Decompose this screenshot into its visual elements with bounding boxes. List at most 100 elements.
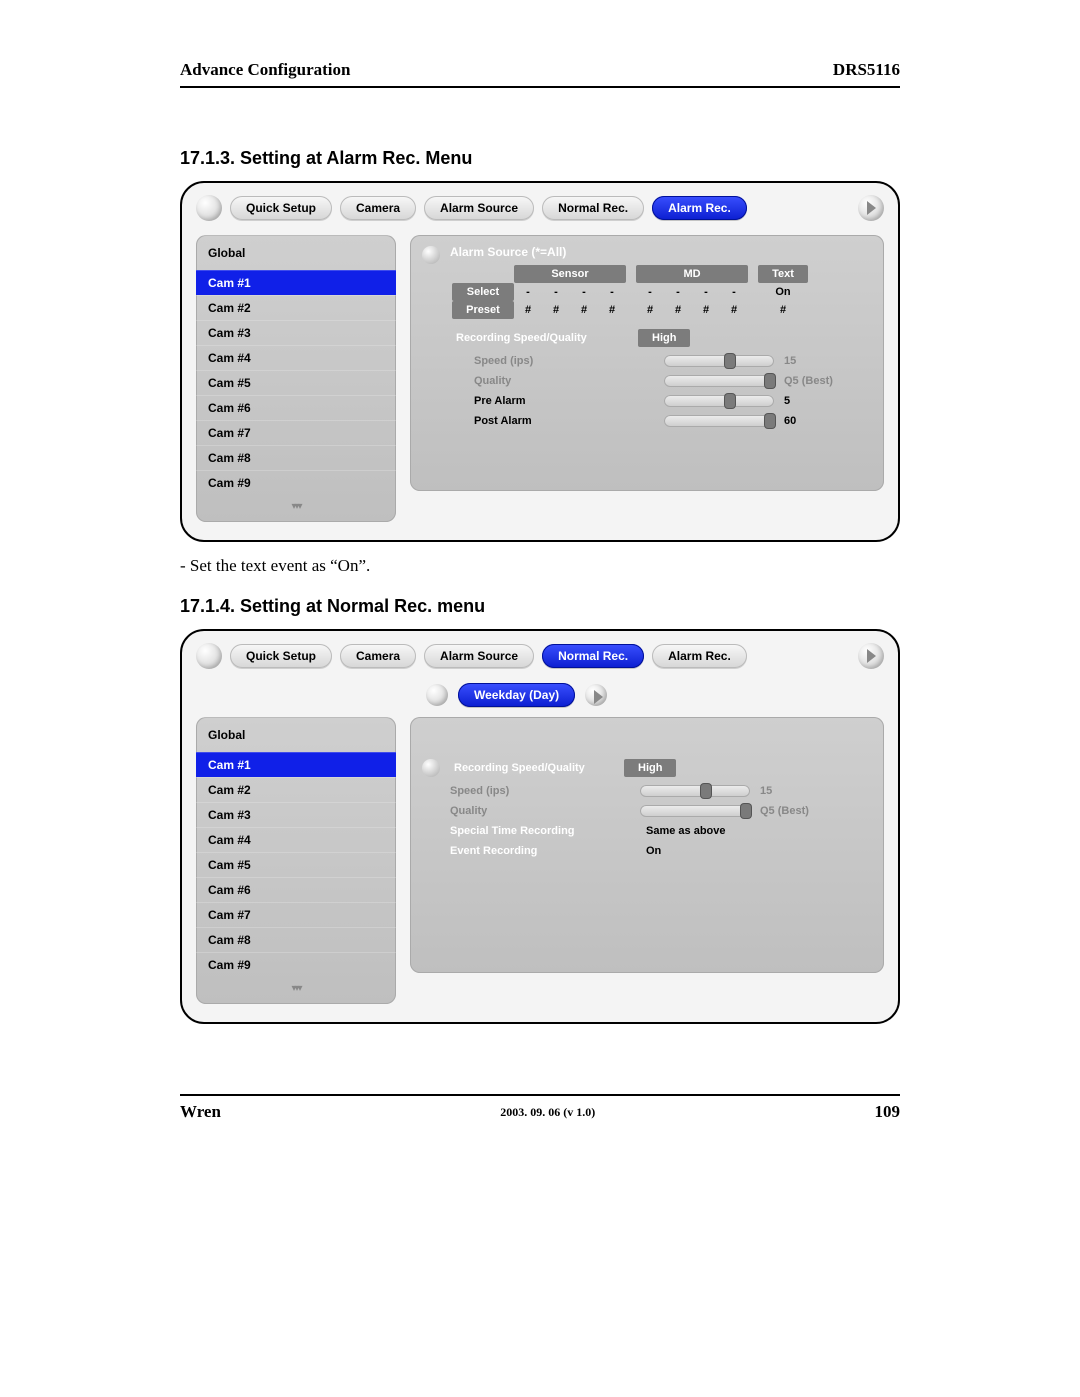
- footer-left: Wren: [180, 1102, 221, 1122]
- cam-item-8[interactable]: Cam #8: [196, 445, 396, 470]
- tab-alarm-rec[interactable]: Alarm Rec.: [652, 196, 747, 220]
- rq-label: Recording Speed/Quality: [452, 332, 626, 344]
- alarm-rec-panel: Quick Setup Camera Alarm Source Normal R…: [180, 181, 900, 542]
- header-left: Advance Configuration: [180, 60, 350, 80]
- event-label: Event Recording: [428, 845, 646, 857]
- note-text: - Set the text event as “On”.: [180, 556, 900, 576]
- cam2-item-1[interactable]: Cam #1: [196, 752, 396, 777]
- preset-s1[interactable]: #: [514, 304, 542, 316]
- rq-high-value[interactable]: High: [638, 329, 690, 347]
- weekday-next-icon[interactable]: [585, 684, 607, 706]
- select-m1[interactable]: -: [636, 286, 664, 298]
- rq-label-2: Recording Speed/Quality: [450, 762, 624, 774]
- tab-camera[interactable]: Camera: [340, 196, 416, 220]
- select-s3[interactable]: -: [570, 286, 598, 298]
- cam-item-7[interactable]: Cam #7: [196, 420, 396, 445]
- preset-m3[interactable]: #: [692, 304, 720, 316]
- tab-camera-2[interactable]: Camera: [340, 644, 416, 668]
- quality-slider[interactable]: [664, 375, 774, 387]
- footer-center: 2003. 09. 06 (v 1.0): [500, 1105, 595, 1120]
- cam2-item-4[interactable]: Cam #4: [196, 827, 396, 852]
- cam2-item-2[interactable]: Cam #2: [196, 777, 396, 802]
- page-footer: Wren 2003. 09. 06 (v 1.0) 109: [180, 1094, 900, 1122]
- select-m4[interactable]: -: [720, 286, 748, 298]
- row-preset-label: Preset: [452, 301, 514, 319]
- preset-text[interactable]: #: [758, 304, 808, 316]
- tab-quick-setup[interactable]: Quick Setup: [230, 196, 332, 220]
- hdr-md: MD: [636, 265, 748, 283]
- camera-list: Global Cam #1 Cam #2 Cam #3 Cam #4 Cam #…: [196, 235, 396, 522]
- tab-normal-rec[interactable]: Normal Rec.: [542, 196, 644, 220]
- nav-prev-icon[interactable]: [196, 195, 222, 221]
- rq-high-value-2[interactable]: High: [624, 759, 676, 777]
- preset-m1[interactable]: #: [636, 304, 664, 316]
- speed-slider[interactable]: [664, 355, 774, 367]
- speed-slider-2[interactable]: [640, 785, 750, 797]
- quality-slider-2[interactable]: [640, 805, 750, 817]
- select-s1[interactable]: -: [514, 286, 542, 298]
- speed-value: 15: [784, 355, 796, 367]
- prealarm-value: 5: [784, 395, 790, 407]
- hdr-sensor: Sensor: [514, 265, 626, 283]
- quality-value-2: Q5 (Best): [760, 805, 809, 817]
- select-s2[interactable]: -: [542, 286, 570, 298]
- cam-item-2[interactable]: Cam #2: [196, 295, 396, 320]
- select-s4[interactable]: -: [598, 286, 626, 298]
- alarm-content-pane: Alarm Source (*=All) Sensor MD Text Sele…: [410, 235, 884, 491]
- cam2-item-8[interactable]: Cam #8: [196, 927, 396, 952]
- cam2-item-7[interactable]: Cam #7: [196, 902, 396, 927]
- tab-alarm-source[interactable]: Alarm Source: [424, 196, 534, 220]
- normal-rec-panel: Quick Setup Camera Alarm Source Normal R…: [180, 629, 900, 1024]
- weekday-pill[interactable]: Weekday (Day): [458, 683, 575, 707]
- tab-bar-alarm: Quick Setup Camera Alarm Source Normal R…: [196, 195, 884, 221]
- quality-label-2: Quality: [428, 805, 640, 817]
- postalarm-slider[interactable]: [664, 415, 774, 427]
- footer-right: 109: [875, 1102, 901, 1122]
- cam2-item-3[interactable]: Cam #3: [196, 802, 396, 827]
- nav-next-icon[interactable]: [858, 195, 884, 221]
- hdr-text: Text: [758, 265, 808, 283]
- cam-scroll-down-icon[interactable]: ▾▾▾: [196, 495, 396, 522]
- event-value[interactable]: On: [646, 845, 661, 857]
- special-value[interactable]: Same as above: [646, 825, 726, 837]
- prealarm-label: Pre Alarm: [452, 395, 664, 407]
- cam-item-5[interactable]: Cam #5: [196, 370, 396, 395]
- globe-icon-2: [422, 759, 440, 777]
- preset-s4[interactable]: #: [598, 304, 626, 316]
- cam-item-3[interactable]: Cam #3: [196, 320, 396, 345]
- select-m3[interactable]: -: [692, 286, 720, 298]
- cam2-item-9[interactable]: Cam #9: [196, 952, 396, 977]
- page-header: Advance Configuration DRS5116: [180, 60, 900, 88]
- tab-alarm-rec-2[interactable]: Alarm Rec.: [652, 644, 747, 668]
- preset-s3[interactable]: #: [570, 304, 598, 316]
- select-m2[interactable]: -: [664, 286, 692, 298]
- preset-m2[interactable]: #: [664, 304, 692, 316]
- cam-item-9[interactable]: Cam #9: [196, 470, 396, 495]
- cam-item-1[interactable]: Cam #1: [196, 270, 396, 295]
- cam-scroll-down-icon-2[interactable]: ▾▾▾: [196, 977, 396, 1004]
- cam-global[interactable]: Global: [196, 235, 396, 270]
- speed-label-2: Speed (ips): [428, 785, 640, 797]
- select-text[interactable]: On: [758, 286, 808, 298]
- section-heading-1714: 17.1.4. Setting at Normal Rec. menu: [180, 596, 900, 617]
- speed-value-2: 15: [760, 785, 772, 797]
- tab-quick-setup-2[interactable]: Quick Setup: [230, 644, 332, 668]
- preset-m4[interactable]: #: [720, 304, 748, 316]
- special-label: Special Time Recording: [428, 825, 646, 837]
- weekday-prev-icon[interactable]: [426, 684, 448, 706]
- row-select-label: Select: [452, 283, 514, 301]
- tab-alarm-source-2[interactable]: Alarm Source: [424, 644, 534, 668]
- cam-item-4[interactable]: Cam #4: [196, 345, 396, 370]
- preset-s2[interactable]: #: [542, 304, 570, 316]
- postalarm-value: 60: [784, 415, 796, 427]
- alarm-source-title: Alarm Source (*=All): [450, 245, 566, 259]
- cam2-item-6[interactable]: Cam #6: [196, 877, 396, 902]
- tab-bar-normal: Quick Setup Camera Alarm Source Normal R…: [196, 643, 884, 669]
- cam2-item-5[interactable]: Cam #5: [196, 852, 396, 877]
- cam-global-2[interactable]: Global: [196, 717, 396, 752]
- nav-next-icon-2[interactable]: [858, 643, 884, 669]
- cam-item-6[interactable]: Cam #6: [196, 395, 396, 420]
- prealarm-slider[interactable]: [664, 395, 774, 407]
- nav-prev-icon-2[interactable]: [196, 643, 222, 669]
- tab-normal-rec-2[interactable]: Normal Rec.: [542, 644, 644, 668]
